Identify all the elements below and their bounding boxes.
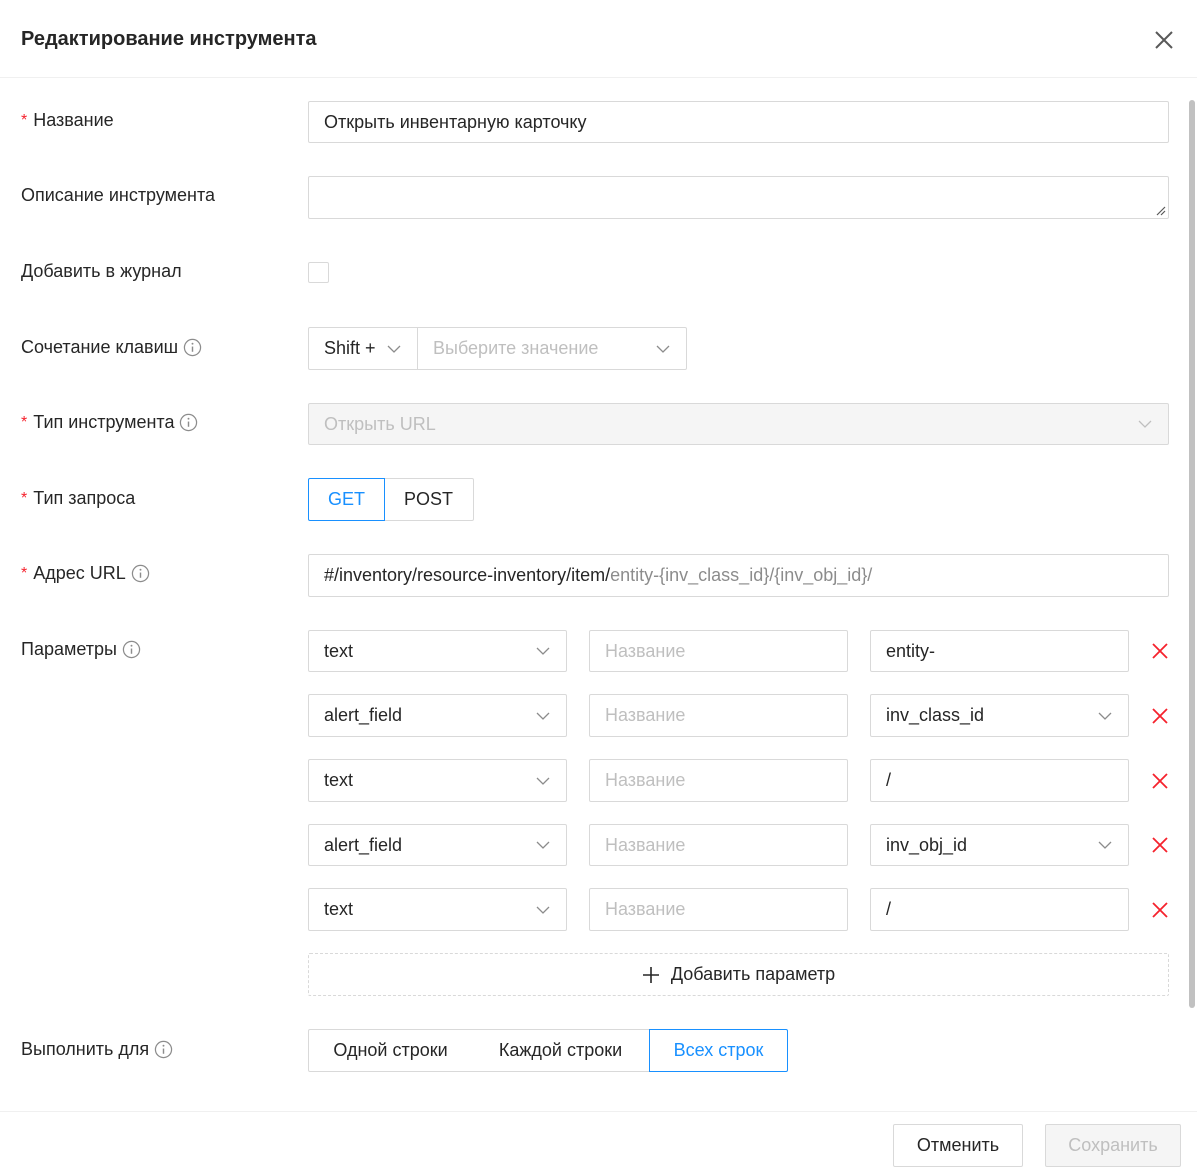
chevron-down-icon (387, 344, 401, 354)
delete-param-button[interactable] (1150, 641, 1170, 661)
info-icon[interactable] (183, 338, 202, 357)
param-value-input[interactable]: entity- (870, 630, 1129, 672)
chevron-down-icon (1138, 419, 1152, 429)
save-button[interactable]: Сохранить (1045, 1124, 1181, 1167)
chevron-down-icon (656, 344, 670, 354)
param-value-select[interactable]: inv_class_id (870, 694, 1129, 737)
info-icon[interactable] (122, 640, 141, 659)
close-icon (1152, 708, 1168, 724)
param-name-input[interactable]: Название (589, 824, 848, 866)
modal-header: Редактирование инструмента (0, 0, 1197, 78)
delete-param-button[interactable] (1150, 900, 1170, 920)
edit-tool-modal: Редактирование инструмента * Название Отк… (0, 0, 1197, 1174)
chevron-down-icon (1098, 711, 1112, 721)
info-icon[interactable] (131, 564, 150, 583)
param-type-select[interactable]: alert_field (308, 824, 567, 866)
execute-for-all-rows[interactable]: Всех строк (649, 1029, 788, 1072)
resize-handle-icon[interactable] (1154, 204, 1166, 216)
param-type-select[interactable]: text (308, 759, 567, 802)
tool-type-select: Открыть URL (308, 403, 1169, 445)
chevron-down-icon (1098, 840, 1112, 850)
info-icon[interactable] (179, 413, 198, 432)
chevron-down-icon (536, 711, 550, 721)
param-name-input[interactable]: Название (589, 888, 848, 931)
parameters-label: Параметры (21, 639, 141, 660)
description-textarea[interactable] (308, 176, 1169, 219)
request-type-post[interactable]: POST (384, 478, 474, 521)
modal-title: Редактирование инструмента (21, 28, 317, 50)
delete-param-button[interactable] (1150, 771, 1170, 791)
close-icon (1152, 837, 1168, 853)
param-name-input[interactable]: Название (589, 630, 848, 672)
close-icon (1152, 902, 1168, 918)
name-input[interactable]: Открыть инвентарную карточку (308, 101, 1169, 143)
url-label: * Адрес URL (21, 563, 150, 584)
request-type-get[interactable]: GET (308, 478, 385, 521)
execute-for-one-row[interactable]: Одной строки (308, 1029, 473, 1072)
param-value-input[interactable]: / (870, 759, 1129, 802)
param-type-select[interactable]: text (308, 888, 567, 931)
param-name-input[interactable]: Название (589, 694, 848, 737)
chevron-down-icon (536, 776, 550, 786)
hotkey-key-select[interactable]: Выберите значение (417, 327, 687, 370)
delete-param-button[interactable] (1150, 706, 1170, 726)
name-label: * Название (21, 110, 114, 130)
delete-param-button[interactable] (1150, 835, 1170, 855)
execute-for-label: Выполнить для (21, 1039, 173, 1060)
chevron-down-icon (536, 840, 550, 850)
hotkey-label: Сочетание клавиш (21, 337, 202, 358)
execute-for-each-row[interactable]: Каждой строки (472, 1029, 650, 1072)
url-input[interactable]: #/inventory/resource-inventory/item/enti… (308, 554, 1169, 597)
close-button[interactable] (1150, 26, 1178, 54)
close-icon (1152, 773, 1168, 789)
add-to-log-label: Добавить в журнал (21, 261, 182, 281)
param-type-select[interactable]: text (308, 630, 567, 672)
chevron-down-icon (536, 905, 550, 915)
tool-type-label: * Тип инструмента (21, 412, 198, 433)
plus-icon (642, 966, 660, 984)
add-parameter-button[interactable]: Добавить параметр (308, 953, 1169, 996)
description-label: Описание инструмента (21, 185, 216, 205)
close-icon (1155, 31, 1173, 49)
add-to-log-checkbox[interactable] (308, 262, 329, 283)
chevron-down-icon (536, 646, 550, 656)
scrollbar[interactable] (1189, 100, 1195, 1008)
param-name-input[interactable]: Название (589, 759, 848, 802)
param-value-select[interactable]: inv_obj_id (870, 824, 1129, 866)
param-value-input[interactable]: / (870, 888, 1129, 931)
hotkey-modifier-select[interactable]: Shift + (308, 327, 418, 370)
info-icon[interactable] (154, 1040, 173, 1059)
cancel-button[interactable]: Отменить (893, 1124, 1023, 1167)
close-icon (1152, 643, 1168, 659)
param-type-select[interactable]: alert_field (308, 694, 567, 737)
request-type-label: * Тип запроса (21, 488, 136, 508)
